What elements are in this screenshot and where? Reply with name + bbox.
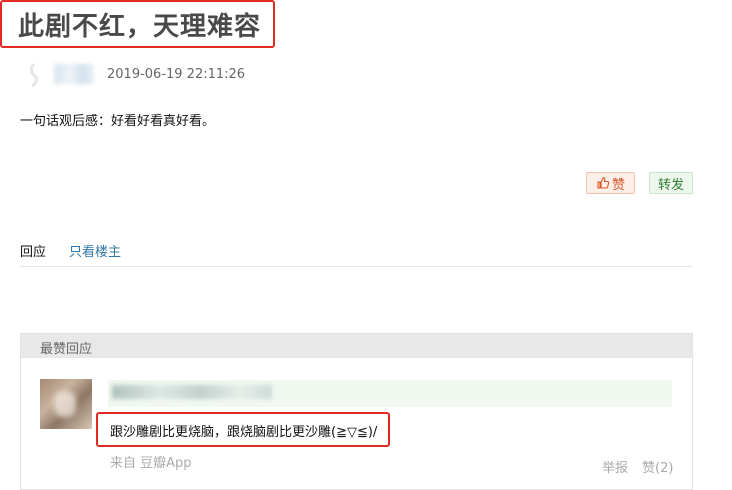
best-replies-title: 最赞回应 — [40, 342, 93, 357]
reply-source: 来自 豆瓣App — [110, 456, 192, 471]
tab-replies[interactable]: 回应 — [20, 241, 46, 260]
reply-like-link[interactable]: 赞(2) — [642, 457, 673, 476]
post-timestamp: 2019-06-19 22:11:26 — [107, 67, 246, 82]
author-name-redacted[interactable] — [54, 64, 94, 84]
post-title-highlight: 此剧不红，天理难容 — [0, 0, 275, 48]
share-button[interactable]: 转发 — [649, 172, 693, 194]
post-body: 一句话观后感：好看好看真好看。 — [20, 114, 216, 129]
like-label: 赞 — [611, 177, 625, 193]
reply-text: 跟沙雕剧比更烧脑，跟烧脑剧比更沙雕(≧▽≦)/ — [110, 425, 378, 440]
like-button[interactable]: 赞 — [586, 172, 635, 194]
thumbs-up-icon — [597, 176, 610, 189]
author-avatar[interactable] — [26, 62, 42, 88]
tab-only-op[interactable]: 只看楼主 — [69, 241, 121, 260]
best-replies-header — [21, 334, 692, 358]
share-label: 转发 — [657, 177, 684, 193]
post-title: 此剧不红，天理难容 — [18, 12, 262, 42]
tabs-divider — [20, 266, 693, 267]
report-link[interactable]: 举报 — [602, 457, 628, 476]
reply-author-redacted[interactable] — [112, 385, 272, 399]
reply-avatar[interactable] — [40, 379, 92, 429]
